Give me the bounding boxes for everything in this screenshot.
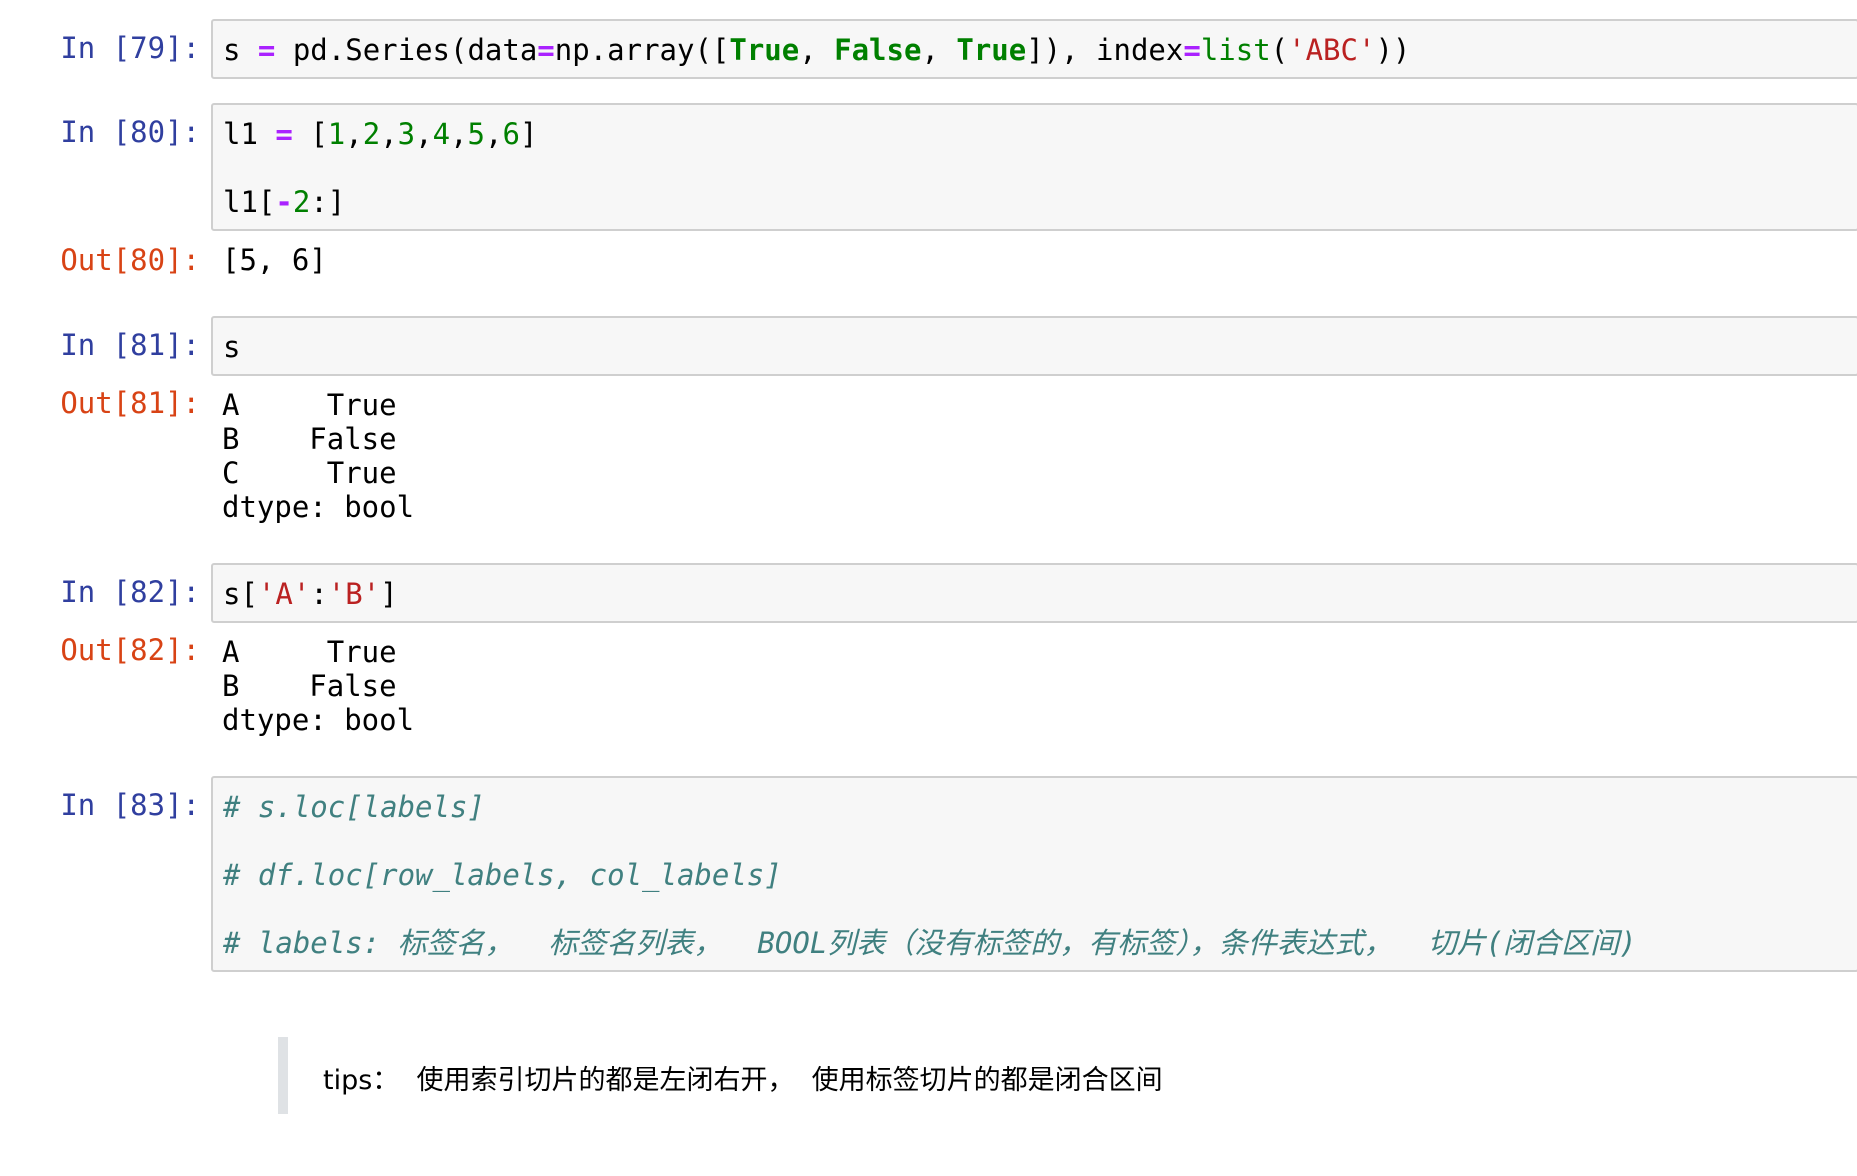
code-line: l1 = [1,2,3,4,5,6] — [223, 117, 537, 151]
code-token: # df.loc[row_labels, col_labels] — [223, 858, 782, 892]
code-line: s['A':'B'] — [223, 577, 398, 611]
code-token: 6 — [502, 117, 520, 151]
code-token: 4 — [432, 117, 451, 151]
output-text: B False — [222, 669, 397, 703]
code-token: False — [834, 33, 922, 67]
code-line: l1[-2:] — [223, 185, 345, 219]
code-token: 2 — [292, 185, 311, 219]
code-token: 1 — [327, 117, 346, 151]
code-line: # s.loc[labels] — [223, 790, 485, 824]
code-token: 2 — [362, 117, 381, 151]
code-token: : — [310, 577, 328, 611]
code-token: )) — [1375, 33, 1411, 67]
code-line: # labels: 标签名， 标签名列表， BOOL列表（没有标签的，有标签），… — [223, 926, 1637, 960]
code-input[interactable]: s = pd.Series(data=np.array([True, False… — [211, 19, 1857, 79]
code-token: s — [223, 330, 241, 364]
input-prompt: In [79]: — [60, 31, 200, 65]
code-token: 3 — [397, 117, 416, 151]
code-token: , — [799, 33, 835, 67]
code-input[interactable]: l1 = [1,2,3,4,5,6] l1[-2:] — [211, 103, 1857, 231]
code-token: True — [956, 33, 1027, 67]
tips-text: tips： 使用索引切片的都是左闭右开， 使用标签切片的都是闭合区间 — [323, 1065, 1163, 1096]
code-token: :] — [310, 185, 346, 219]
output-prompt: Out[81]: — [60, 386, 200, 420]
code-token: = — [1183, 33, 1201, 67]
output-prompt: Out[80]: — [60, 243, 200, 277]
code-line: s — [223, 330, 240, 364]
code-line: # df.loc[row_labels, col_labels] — [223, 858, 782, 892]
blockquote-bar — [278, 1037, 288, 1114]
input-prompt: In [81]: — [60, 328, 200, 362]
code-token: , — [380, 117, 398, 151]
code-input[interactable]: # s.loc[labels] # df.loc[row_labels, col… — [211, 776, 1857, 972]
input-prompt: In [83]: — [60, 788, 200, 822]
code-token: s — [223, 33, 258, 67]
output-text: B False — [222, 422, 397, 456]
code-token: , — [415, 117, 433, 151]
code-token: l1 — [223, 117, 276, 151]
code-input[interactable]: s — [211, 316, 1857, 376]
code-input[interactable]: s['A':'B'] — [211, 563, 1857, 623]
input-prompt: In [80]: — [60, 115, 200, 149]
output-text: A True — [222, 388, 397, 422]
output-prompt: Out[82]: — [60, 633, 200, 667]
code-token: np.array([ — [554, 33, 730, 67]
output-text: dtype: bool — [222, 490, 415, 524]
code-token: ]), index — [1026, 33, 1184, 67]
code-token: s[ — [223, 577, 258, 611]
code-token: ] — [380, 577, 398, 611]
code-token: ( — [1270, 33, 1289, 67]
code-token: 'A' — [257, 577, 311, 611]
code-token: , — [485, 117, 503, 151]
output-text: dtype: bool — [222, 703, 415, 737]
code-token: [ — [292, 117, 328, 151]
code-token: , — [921, 33, 957, 67]
code-token: = — [275, 117, 293, 151]
output-text: [5, 6] — [222, 243, 327, 277]
code-token: True — [729, 33, 800, 67]
output-text: C True — [222, 456, 397, 490]
code-token: - — [275, 185, 293, 219]
code-token: list — [1200, 33, 1271, 67]
code-token: 5 — [467, 117, 485, 151]
input-prompt: In [82]: — [60, 575, 200, 609]
code-token: = — [257, 33, 276, 67]
output-text: A True — [222, 635, 397, 669]
code-token: # s.loc[labels] — [223, 790, 485, 824]
code-token: ] — [519, 117, 538, 151]
code-token: , — [345, 117, 363, 151]
code-token: # labels: 标签名， 标签名列表， BOOL列表（没有标签的，有标签），… — [223, 926, 1637, 960]
code-token: l1[ — [223, 185, 276, 219]
code-token: 'B' — [327, 577, 381, 611]
code-line: s = pd.Series(data=np.array([True, False… — [223, 33, 1410, 67]
code-token: , — [450, 117, 468, 151]
code-token: = — [537, 33, 555, 67]
code-token: pd.Series(data — [275, 33, 538, 67]
code-token: 'ABC' — [1288, 33, 1376, 67]
